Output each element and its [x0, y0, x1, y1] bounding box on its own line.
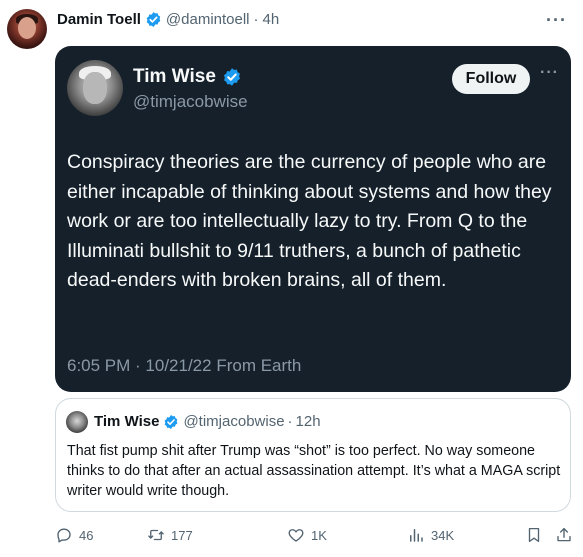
like-count: 1K	[311, 527, 327, 543]
author-handle[interactable]: @damintoell	[166, 11, 250, 28]
quote-text: That fist pump shit after Trump was “sho…	[67, 443, 561, 499]
reply-button[interactable]: 46	[55, 526, 93, 544]
reply-icon	[57, 528, 71, 543]
quote-separator: ·	[287, 413, 293, 430]
quote-time: 12h	[295, 413, 321, 430]
avatar-face	[18, 17, 36, 39]
repost-icon	[148, 529, 164, 541]
screenshot-avatar	[67, 60, 123, 116]
repost-count: 177	[171, 527, 193, 543]
quote-author-handle: @timjacobwise	[183, 413, 285, 430]
heart-icon	[288, 529, 304, 542]
reply-count: 46	[79, 527, 94, 543]
bookmark-icon	[528, 527, 540, 543]
author-avatar[interactable]	[7, 9, 47, 49]
follow-button: Follow	[452, 64, 530, 94]
action-bar: 46 177 1K 34K	[55, 526, 571, 550]
repost-button[interactable]: 177	[147, 526, 193, 544]
screenshot-more-icon: ···	[540, 64, 559, 81]
share-button[interactable]	[555, 526, 573, 544]
screenshot-tweet-meta: 6:05 PM · 10/21/22 From Earth	[67, 356, 302, 375]
quote-author-avatar	[66, 411, 88, 433]
author-name[interactable]: Damin Toell	[57, 11, 141, 28]
verified-badge-icon	[163, 414, 179, 430]
screenshot-author-name-text: Tim Wise	[133, 66, 216, 87]
more-options-icon[interactable]: ···	[546, 10, 567, 31]
screenshot-author-handle: @timjacobwise	[133, 92, 248, 111]
views-count: 34K	[431, 527, 455, 543]
post-time[interactable]: 4h	[263, 11, 280, 28]
screenshot-author-name: Tim Wise	[133, 66, 242, 88]
like-button[interactable]: 1K	[287, 526, 327, 544]
quote-header: Tim Wise @timjacobwise · 12h	[94, 413, 321, 430]
verified-badge-icon	[222, 67, 242, 87]
embedded-image[interactable]: Tim Wise @timjacobwise Follow ··· Conspi…	[55, 46, 571, 392]
verified-badge-icon	[145, 11, 162, 28]
quote-author-name: Tim Wise	[94, 413, 160, 430]
header-separator: ·	[253, 11, 259, 28]
avatar-face	[83, 72, 107, 104]
post-header: Damin Toell @damintoell · 4h	[57, 11, 279, 28]
views-button[interactable]: 34K	[407, 526, 454, 544]
quoted-tweet[interactable]: Tim Wise @timjacobwise · 12h That fist p…	[55, 398, 571, 512]
screenshot-tweet-text: Conspiracy theories are the currency of …	[67, 151, 552, 291]
views-chart-icon	[410, 529, 423, 542]
share-icon	[557, 527, 571, 542]
bookmark-button[interactable]	[525, 526, 543, 544]
